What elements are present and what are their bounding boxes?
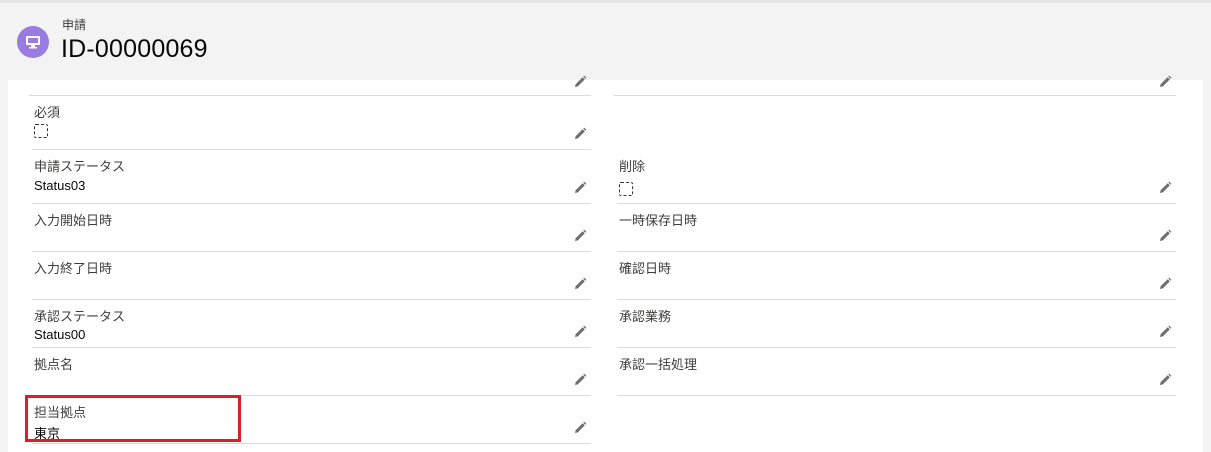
edit-pencil-icon[interactable] [1158,277,1172,291]
field-label: 入力開始日時 [34,213,113,228]
field-base-name: 拠点名 [32,348,591,396]
edit-pencil-icon[interactable] [1158,373,1172,387]
edit-pencil-icon[interactable] [573,181,587,195]
record-title: ID-00000069 [61,35,208,63]
field-value: Status03 [34,178,86,193]
edit-pencil-icon[interactable] [573,277,587,291]
edit-pencil-icon[interactable] [573,421,587,435]
field-label: 削除 [619,159,646,174]
edit-pencil-icon[interactable] [1158,75,1172,89]
field-row-partial-right [614,75,1176,96]
field-request-status: 申請ステータス Status03 [32,150,591,204]
field-label: 申請ステータス [34,159,126,174]
field-label: 承認一括処理 [619,357,698,372]
field-row-partial-left [29,75,591,96]
edit-pencil-icon[interactable] [573,127,587,141]
field-input-end: 入力終了日時 [32,252,591,300]
field-value: Status00 [34,327,86,342]
desktop-icon [17,26,49,58]
field-label: 入力終了日時 [34,261,113,276]
field-delete: 削除 [617,150,1176,204]
required-checkbox [34,124,48,138]
highlight-box [25,395,241,442]
field-temp-save: 一時保存日時 [617,204,1176,252]
field-label: 確認日時 [619,261,672,276]
field-bulk-approval: 承認一括処理 [617,348,1176,396]
field-label: 必須 [34,105,61,120]
field-label: 拠点名 [34,357,74,372]
field-label: 承認業務 [619,309,672,324]
field-required: 必須 [32,96,591,150]
field-input-start: 入力開始日時 [32,204,591,252]
field-confirm-date: 確認日時 [617,252,1176,300]
field-approval-status: 承認ステータス Status00 [32,300,591,348]
edit-pencil-icon[interactable] [1158,181,1172,195]
edit-pencil-icon[interactable] [573,325,587,339]
delete-checkbox [619,182,633,196]
edit-pencil-icon[interactable] [1158,325,1172,339]
edit-pencil-icon[interactable] [573,75,587,89]
record-header: 申請 ID-00000069 [0,3,1211,80]
field-label: 承認ステータス [34,309,126,324]
edit-pencil-icon[interactable] [573,229,587,243]
field-approval-work: 承認業務 [617,300,1176,348]
object-label: 申請 [62,18,87,32]
edit-pencil-icon[interactable] [1158,229,1172,243]
edit-pencil-icon[interactable] [573,373,587,387]
field-label: 一時保存日時 [619,213,698,228]
